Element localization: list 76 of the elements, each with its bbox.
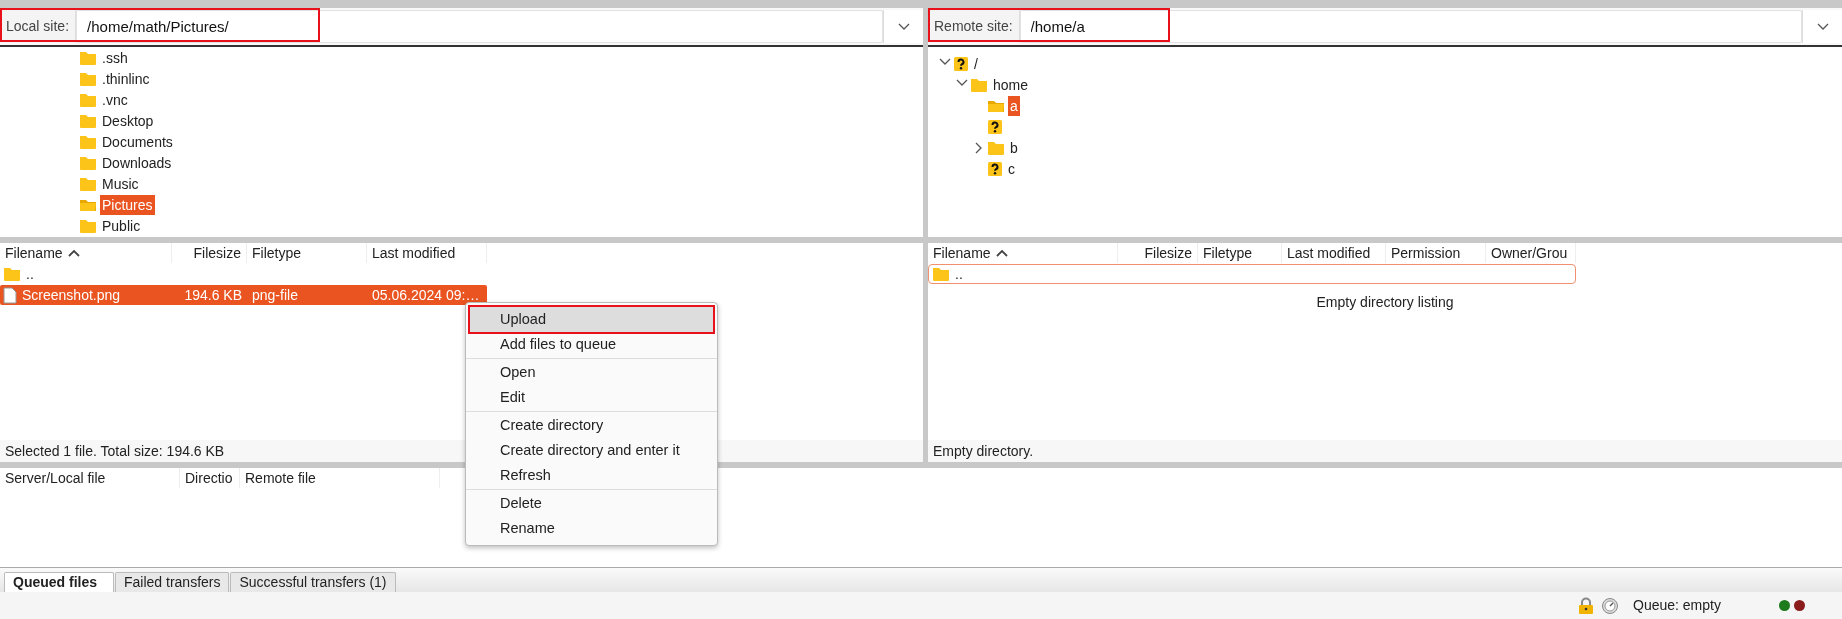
column-header[interactable]: Filetype: [1198, 243, 1282, 263]
tree-item[interactable]: Documents: [100, 131, 175, 152]
tree-item[interactable]: home: [991, 74, 1031, 95]
menu-item[interactable]: Open: [470, 360, 713, 385]
tree-item[interactable]: Public: [100, 215, 143, 236]
folder-icon: [79, 91, 97, 108]
folder-icon: [79, 217, 97, 234]
path-field[interactable]: /home/a: [1019, 10, 1802, 43]
caret-icon: [1816, 22, 1829, 31]
tree-item[interactable]: c: [1006, 158, 1017, 179]
menu-item[interactable]: Edit: [470, 385, 713, 410]
file-icon: [3, 286, 17, 304]
queue-status: Queue: empty: [1633, 596, 1722, 615]
gauge-icon: [1601, 596, 1619, 615]
menu-item[interactable]: Upload: [470, 307, 713, 332]
menu-item[interactable]: Create directory: [470, 413, 713, 438]
folder-icon: [3, 266, 21, 282]
folder-icon: [79, 175, 97, 192]
tree-item[interactable]: Downloads: [100, 152, 174, 173]
question-mark-icon: [987, 160, 1003, 177]
tree-item[interactable]: /: [972, 53, 980, 74]
file-row[interactable]: ..: [0, 264, 487, 284]
file-row[interactable]: Screenshot.png 194.6 KB png-file 05.06.2024 09:…: [0, 285, 487, 305]
column-header[interactable]: Owner/Grou: [1486, 243, 1576, 263]
folder-icon: [79, 154, 97, 171]
column-header[interactable]: Last modified: [1282, 243, 1386, 263]
caret-icon: [897, 22, 910, 31]
folder-icon: [79, 133, 97, 150]
folder-icon: [932, 266, 950, 282]
tree-item[interactable]: a: [1008, 95, 1020, 116]
dropdown-button[interactable]: [1802, 10, 1842, 43]
column-header[interactable]: Filesize: [172, 243, 247, 263]
column-header[interactable]: Remote file: [240, 468, 440, 488]
question-mark-icon: [953, 55, 969, 72]
tree-item[interactable]: .vnc: [100, 89, 130, 110]
tree-item[interactable]: Music: [100, 173, 141, 194]
tree-item[interactable]: .thinlinc: [100, 68, 152, 89]
folder-icon: [970, 76, 988, 93]
tree-item[interactable]: Pictures: [100, 194, 155, 215]
tree-item[interactable]: b: [1008, 137, 1020, 158]
menu-item[interactable]: Create directory and enter it: [470, 438, 713, 463]
queue-tab[interactable]: Failed transfers: [115, 572, 230, 592]
folder-icon: [79, 49, 97, 66]
folder-icon: [79, 112, 97, 129]
folder-icon: [79, 70, 97, 87]
column-header[interactable]: Last modified: [367, 243, 487, 263]
file-cell-text: ..: [954, 264, 964, 284]
tree-item[interactable]: Desktop: [100, 110, 156, 131]
menu-item[interactable]: Delete: [470, 491, 713, 516]
column-header[interactable]: Filename: [928, 243, 1118, 263]
column-header[interactable]: Directio: [180, 468, 240, 488]
empty-listing-message: Empty directory listing: [1315, 293, 1455, 312]
file-row[interactable]: ..: [928, 264, 1576, 284]
column-header[interactable]: Filename: [0, 243, 172, 263]
menu-item[interactable]: Rename: [470, 516, 713, 541]
dropdown-button[interactable]: [883, 10, 923, 43]
path-field[interactable]: /home/math/Pictures/: [76, 10, 883, 43]
column-header[interactable]: Server/Local file: [0, 468, 180, 488]
column-header[interactable]: Filesize: [1118, 243, 1198, 263]
queue-tab[interactable]: Successful transfers (1): [230, 572, 396, 592]
file-cell-text: Screenshot.png: [21, 285, 122, 305]
tree-item[interactable]: .ssh: [100, 47, 130, 68]
column-header[interactable]: Permission: [1386, 243, 1486, 263]
column-header[interactable]: Filetype: [247, 243, 367, 263]
file-cell-text: 05.06.2024 09:…: [371, 285, 481, 305]
menu-item[interactable]: Refresh: [470, 463, 713, 488]
queue-tab[interactable]: Queued files: [4, 572, 114, 592]
file-cell-text: ..: [25, 264, 35, 284]
file-cell-text: png-file: [251, 285, 299, 305]
site-label: Remote site:: [928, 10, 1020, 43]
padlock-icon: [1577, 596, 1595, 615]
status-text: Empty directory.: [928, 440, 1842, 462]
folder-icon: [987, 139, 1005, 156]
site-label: Local site:: [0, 10, 77, 43]
file-cell-text: 194.6 KB: [183, 285, 243, 305]
menu-item[interactable]: Add files to queue: [470, 332, 713, 357]
